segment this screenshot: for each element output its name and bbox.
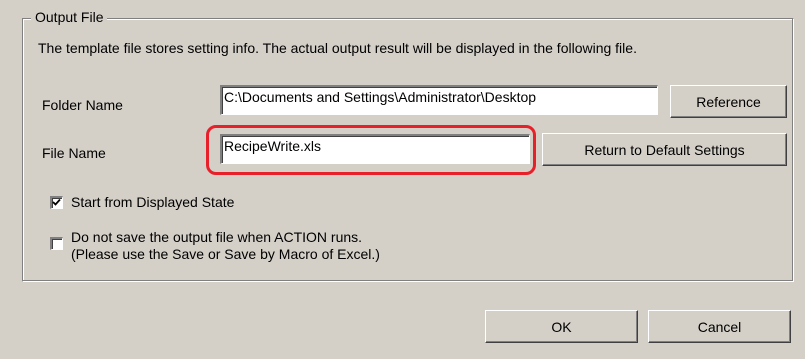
return-default-button[interactable]: Return to Default Settings [542,133,787,166]
file-name-field[interactable]: RecipeWrite.xls [220,134,530,164]
description-text: The template file stores setting info. T… [38,40,637,56]
no-save-label[interactable]: Do not save the output file when ACTION … [71,229,380,263]
reference-button[interactable]: Reference [670,85,787,118]
folder-name-label: Folder Name [42,97,123,113]
cancel-button[interactable]: Cancel [648,310,791,343]
start-displayed-checkbox[interactable] [50,196,63,209]
group-title: Output File [31,9,108,25]
start-displayed-label[interactable]: Start from Displayed State [71,194,234,210]
output-file-dialog: Output File The template file stores set… [0,0,805,359]
file-name-label: File Name [42,145,106,161]
ok-button[interactable]: OK [485,310,638,343]
no-save-checkbox[interactable] [50,237,63,250]
checkmark-icon [52,198,61,206]
no-save-line1: Do not save the output file when ACTION … [71,229,363,245]
folder-name-field[interactable]: C:\Documents and Settings\Administrator\… [220,85,658,115]
no-save-line2: (Please use the Save or Save by Macro of… [71,246,380,262]
